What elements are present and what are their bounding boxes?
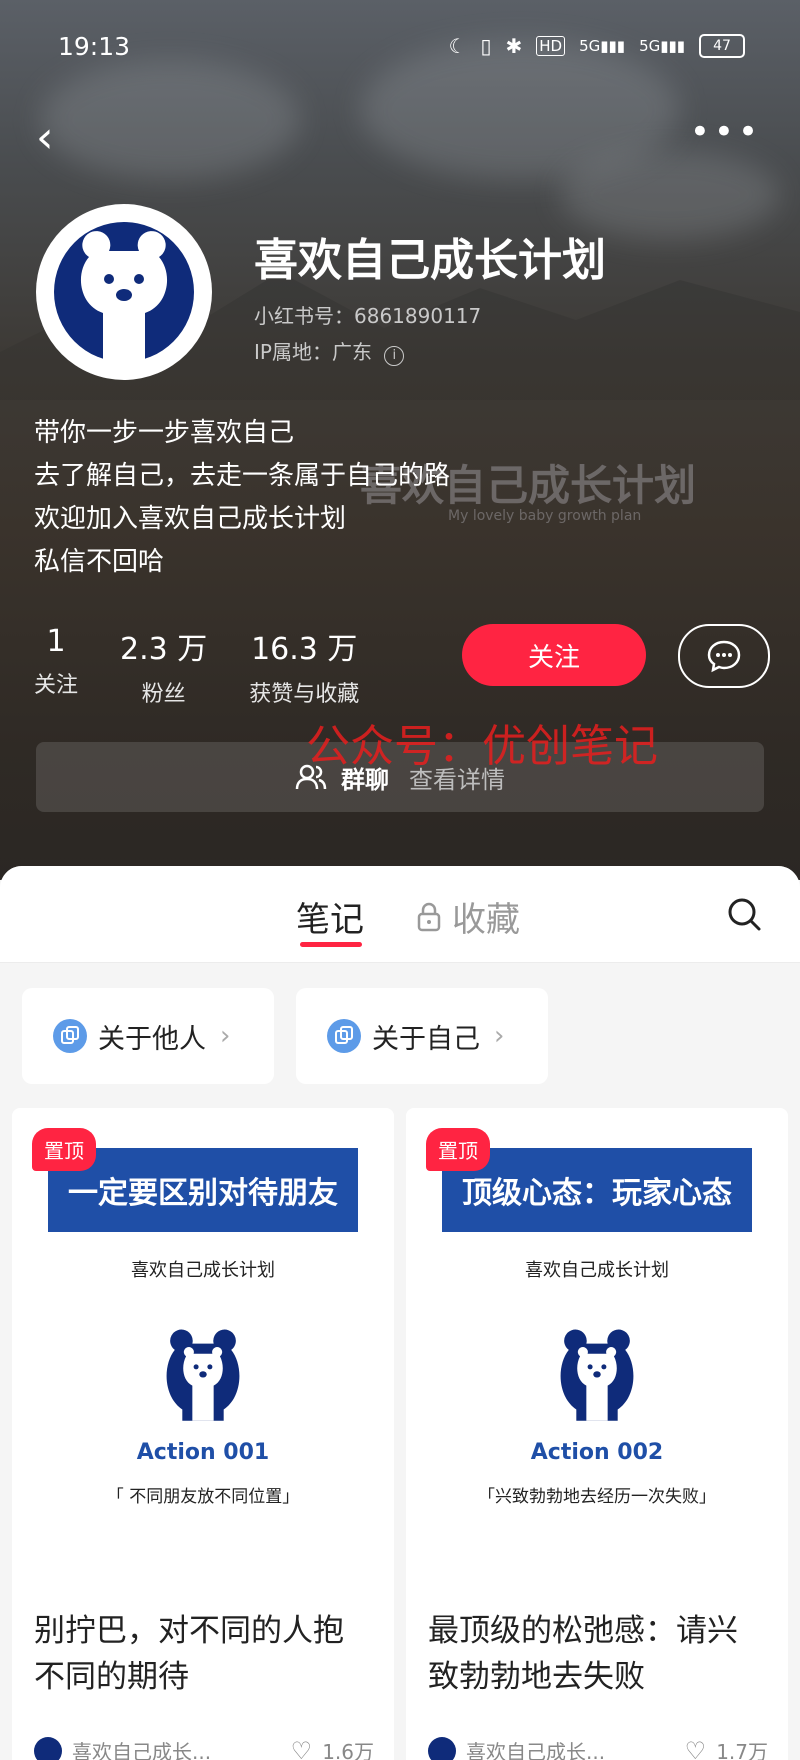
tab-active-indicator — [300, 942, 362, 947]
notes-grid: 置顶 一定要区别对待朋友 喜欢自己成长计划 Action 001 「 不同朋友放… — [12, 1108, 788, 1760]
status-bar: 19:13 ☾ ▯ ✱ HD 5G▮▮▮ 5G▮▮▮ 47 — [0, 30, 800, 66]
profile-stats: 1 关注 2.3 万 粉丝 16.3 万 获赞与收藏 — [34, 624, 359, 708]
cover-action: Action 002 — [530, 1440, 664, 1465]
author-name: 喜欢自己成长... — [72, 1740, 212, 1760]
redbook-id: 小红书号：6861890117 — [254, 304, 482, 328]
note-footer: 喜欢自己成长... ♡ 1.6万 — [34, 1736, 374, 1760]
info-icon[interactable]: i — [384, 346, 405, 366]
author-avatar[interactable] — [428, 1736, 456, 1760]
stat-value: 1 — [46, 624, 66, 659]
signal-5g-icon-2: 5G▮▮▮ — [639, 37, 685, 55]
note-folders: 关于他人 › 关于自己 › — [22, 988, 548, 1084]
stat-label: 关注 — [34, 673, 79, 698]
tab-collections-label: 收藏 — [452, 900, 520, 940]
battery-icon: 47 — [699, 34, 745, 58]
background-subtitle-text: My lovely baby growth plan — [448, 508, 642, 524]
bear-logo-icon — [54, 222, 194, 362]
heart-icon[interactable]: ♡ — [291, 1737, 313, 1760]
follow-button[interactable]: 关注 — [462, 624, 646, 686]
vibrate-icon: ▯ — [480, 34, 492, 58]
profile-nickname: 喜欢自己成长计划 — [254, 235, 606, 286]
content-sheet: 笔记 收藏 关于他人 › 关于自己 › 置顶 一定要区别对待朋友 喜欢自己成长计… — [0, 866, 800, 1760]
message-button[interactable] — [678, 624, 770, 688]
note-title: 别拧巴，对不同的人抱不同的期待 — [34, 1613, 344, 1695]
folder-icon — [53, 1019, 87, 1053]
stat-likes-collects[interactable]: 16.3 万 获赞与收藏 — [249, 624, 359, 708]
bio-line: 去了解自己，去走一条属于自己的路 — [34, 461, 451, 491]
search-icon[interactable] — [726, 896, 762, 936]
chevron-right-icon: › — [494, 1021, 505, 1051]
like-count: 1.7万 — [716, 1740, 768, 1760]
bio-line: 欢迎加入喜欢自己成长计划 — [34, 504, 347, 534]
author-avatar[interactable] — [34, 1736, 62, 1760]
profile-bio: 带你一步一步喜欢自己 去了解自己，去走一条属于自己的路 欢迎加入喜欢自己成长计划… — [34, 412, 450, 584]
chevron-right-icon: › — [220, 1021, 231, 1051]
stat-value: 2.3 万 — [120, 632, 208, 667]
cover-quote: 「兴致勃勃地去经历一次失败」 — [478, 1487, 716, 1507]
note-card[interactable]: 置顶 顶级心态：玩家心态 喜欢自己成长计划 Action 002 「兴致勃勃地去… — [406, 1108, 788, 1760]
author-name: 喜欢自己成长... — [466, 1740, 606, 1760]
like-count: 1.6万 — [322, 1740, 374, 1760]
folder-about-self[interactable]: 关于自己 › — [296, 988, 548, 1084]
bio-line: 私信不回哈 — [34, 547, 165, 577]
note-card[interactable]: 置顶 一定要区别对待朋友 喜欢自己成长计划 Action 001 「 不同朋友放… — [12, 1108, 394, 1760]
cover-quote: 「 不同朋友放不同位置」 — [106, 1487, 300, 1507]
bear-logo-icon — [560, 1329, 634, 1421]
note-footer: 喜欢自己成长... ♡ 1.7万 — [428, 1736, 768, 1760]
ip-location-text: IP属地：广东 — [254, 340, 372, 364]
stat-value: 16.3 万 — [251, 632, 358, 667]
note-title: 最顶级的松弛感：请兴致勃勃地去失败 — [428, 1613, 738, 1695]
moon-icon: ☾ — [448, 34, 467, 58]
folder-label: 关于他人 — [98, 1023, 206, 1055]
cover-brand: 喜欢自己成长计划 — [131, 1260, 275, 1281]
tab-notes[interactable]: 笔记 — [296, 892, 364, 941]
pinned-badge: 置顶 — [32, 1128, 96, 1171]
stat-followers[interactable]: 2.3 万 粉丝 — [120, 624, 207, 708]
signal-5g-icon: 5G▮▮▮ — [579, 37, 626, 55]
watermark-text: 公众号：优创笔记 — [306, 721, 658, 772]
ip-location: IP属地：广东 i — [254, 336, 405, 366]
tab-bar: 笔记 收藏 — [0, 866, 800, 963]
folder-about-others[interactable]: 关于他人 › — [22, 988, 274, 1084]
stat-label: 粉丝 — [141, 682, 186, 707]
avatar[interactable] — [36, 204, 212, 380]
lock-icon — [417, 902, 441, 931]
stat-label: 获赞与收藏 — [249, 682, 360, 707]
hd-icon: HD — [536, 36, 566, 56]
status-time: 19:13 — [58, 32, 131, 61]
pinned-badge: 置顶 — [426, 1128, 490, 1171]
heart-icon[interactable]: ♡ — [685, 1737, 707, 1760]
bear-logo-icon — [166, 1329, 240, 1421]
more-icon[interactable]: ••• — [690, 112, 762, 152]
bio-line: 带你一步一步喜欢自己 — [34, 418, 295, 448]
bluetooth-icon: ✱ — [505, 34, 523, 58]
folder-icon — [327, 1019, 361, 1053]
chat-bubble-icon — [707, 640, 741, 673]
back-icon[interactable]: ‹ — [36, 112, 54, 163]
cover-brand: 喜欢自己成长计划 — [525, 1260, 669, 1281]
stat-following[interactable]: 1 关注 — [34, 624, 78, 708]
tab-collections[interactable]: 收藏 — [416, 892, 520, 941]
cover-action: Action 001 — [136, 1440, 270, 1465]
folder-label: 关于自己 — [372, 1023, 480, 1055]
